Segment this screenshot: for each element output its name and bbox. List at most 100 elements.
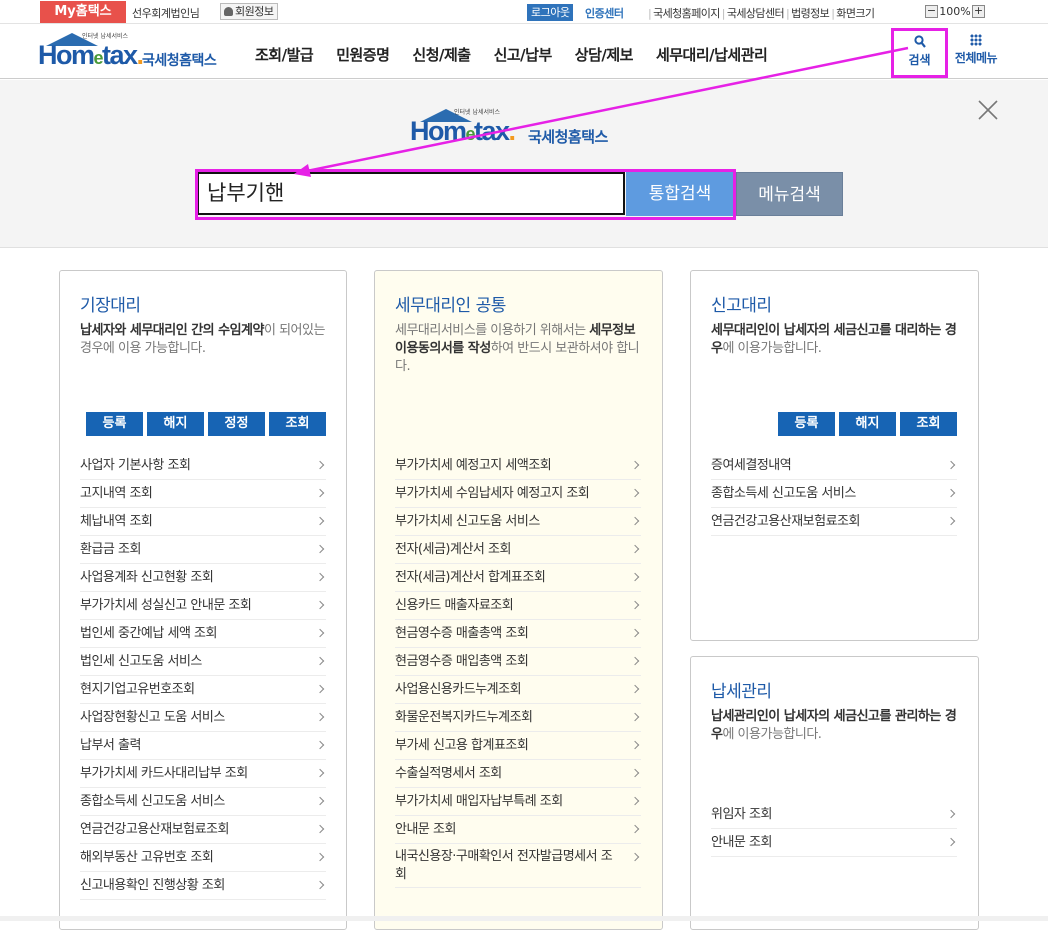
grid-menu-icon [970, 34, 982, 46]
hometax-logo[interactable]: 인터넷 납세서비스 Hometax. 국세청홈택스 [38, 29, 238, 73]
nav-application[interactable]: 신청/제출 [412, 44, 471, 65]
bookkeeping-inquiry-button[interactable]: 조회 [269, 412, 326, 436]
close-icon[interactable] [977, 99, 999, 121]
list-item[interactable]: 종합소득세 신고도움 서비스 [711, 480, 957, 508]
list-item[interactable]: 현금영수증 매출총액 조회 [395, 620, 641, 648]
nav-inquiry[interactable]: 조회/발급 [255, 44, 314, 65]
list-item[interactable]: 환급금 조회 [80, 536, 326, 564]
card-bookkeeping-title: 기장대리 [80, 296, 141, 316]
card-filing-buttons: 등록 해지 조회 [778, 412, 957, 436]
card-filing-list: 증여세결정내역 종합소득세 신고도움 서비스 연금건강고용산재보험료조회 [711, 452, 957, 536]
logo-korean-name: 국세청홈택스 [142, 53, 217, 69]
list-item[interactable]: 법인세 중간예납 세액 조회 [80, 620, 326, 648]
card-common-desc: 세무대리서비스를 이용하기 위해서는 세무정보이용동의서를 작성하여 반드시 보… [395, 322, 645, 376]
screen-size-label: 화면크기 [836, 7, 875, 20]
list-item[interactable]: 부가가치세 성실신고 안내문 조회 [80, 592, 326, 620]
list-item[interactable]: 부가가치세 수임납세자 예정고지 조회 [395, 480, 641, 508]
list-item[interactable]: 부가가치세 신고도움 서비스 [395, 508, 641, 536]
nav-consult-report[interactable]: 상담/제보 [575, 44, 634, 65]
list-item[interactable]: 증여세결정내역 [711, 452, 957, 480]
nav-filing-payment[interactable]: 신고/납부 [494, 44, 553, 65]
list-item[interactable]: 고지내역 조회 [80, 480, 326, 508]
search-logo-korean-name: 국세청홈택스 [528, 128, 608, 146]
search-query-text: 납부기핸 [207, 181, 285, 205]
card-filing-desc: 세무대리인이 납세자의 세금신고를 대리하는 경우에 이용가능합니다. [711, 322, 961, 358]
member-info-button[interactable]: 회원정보 [220, 3, 279, 20]
search-icon [913, 35, 926, 48]
logo-tagline: 인터넷 납세서비스 [82, 33, 129, 40]
list-item[interactable]: 신용카드 매출자료조회 [395, 592, 641, 620]
list-item[interactable]: 수출실적명세서 조회 [395, 760, 641, 788]
list-item[interactable]: 법인세 신고도움 서비스 [80, 648, 326, 676]
logo-word-e: e [93, 48, 104, 68]
search-input[interactable]: 납부기핸 [197, 172, 625, 215]
card-bookkeeping-buttons: 등록 해지 정정 조회 [86, 412, 326, 436]
bottom-strip [0, 916, 1048, 921]
cert-center-link[interactable]: 인증센터 [585, 5, 624, 21]
search-logo-word-e: e [465, 124, 476, 144]
list-item[interactable]: 연금건강고용산재보험료조회 [711, 508, 957, 536]
my-hometax-button[interactable]: My홈택스 [40, 1, 126, 23]
zoom-out-button[interactable]: − [925, 4, 938, 18]
list-item[interactable]: 화물운전복지카드누계조회 [395, 704, 641, 732]
card-taxmgmt-desc-rest: 에 이용가능합니다. [722, 727, 822, 742]
card-bookkeeping-desc: 납세자와 세무대리인 간의 수임계약이 되어있는 경우에 이용 가능합니다. [80, 322, 330, 358]
user-name: 선우회계법인님 [132, 7, 200, 20]
bookkeeping-correct-button[interactable]: 정정 [208, 412, 265, 436]
search-logo-word-b: tax [474, 116, 510, 146]
card-taxmgmt-list: 위임자 조회 안내문 조회 [711, 801, 957, 857]
list-item[interactable]: 해외부동산 고유번호 조회 [80, 844, 326, 872]
logout-button[interactable]: 로그아웃 [527, 4, 574, 21]
top-utility-bar: My홈택스 선우회계법인님 회원정보 로그아웃 인증센터 | 국세청홈페이지 | 국세… [0, 0, 1048, 24]
list-item[interactable]: 부가가치세 매입자납부특례 조회 [395, 788, 641, 816]
menu-search-button[interactable]: 메뉴검색 [736, 172, 843, 216]
logo-wordmark: Hometax. [38, 40, 144, 72]
header-search-button[interactable]: 검색 [891, 28, 948, 78]
list-item[interactable]: 안내문 조회 [711, 829, 957, 857]
list-item[interactable]: 내국신용장·구매확인서 전자발급명세서 조회 [395, 844, 641, 888]
list-item[interactable]: 체납내역 조회 [80, 508, 326, 536]
search-panel-logo: 인터넷 납세서비스 Hometax. 국세청홈택스 [410, 105, 640, 149]
list-item[interactable]: 부가가치세 예정고지 세액조회 [395, 452, 641, 480]
list-item[interactable]: 연금건강고용산재보험료조회 [80, 816, 326, 844]
member-info-label: 회원정보 [235, 5, 274, 18]
card-filing-desc-rest: 에 이용가능합니다. [722, 341, 822, 356]
nav-certificate[interactable]: 민원증명 [336, 44, 390, 65]
filing-inquiry-button[interactable]: 조회 [900, 412, 957, 436]
list-item[interactable]: 사업장현황신고 도움 서비스 [80, 704, 326, 732]
zoom-in-button[interactable]: + [972, 4, 985, 18]
list-item[interactable]: 종합소득세 신고도움 서비스 [80, 788, 326, 816]
zoom-level: 100% [939, 4, 971, 18]
bookkeeping-cancel-button[interactable]: 해지 [147, 412, 204, 436]
filing-cancel-button[interactable]: 해지 [839, 412, 896, 436]
header-search-label: 검색 [908, 53, 931, 67]
consult-center-link[interactable]: 국세상담센터 [725, 7, 786, 20]
list-item[interactable]: 납부서 출력 [80, 732, 326, 760]
law-info-link[interactable]: 법령정보 [789, 7, 831, 20]
search-logo-dot: . [508, 116, 517, 146]
card-tax-management: 납세관리 납세관리인이 납세자의 세금신고를 관리하는 경우에 이용가능합니다.… [690, 656, 979, 930]
list-item[interactable]: 전자(세금)계산서 합계표조회 [395, 564, 641, 592]
list-item[interactable]: 전자(세금)계산서 조회 [395, 536, 641, 564]
list-item[interactable]: 안내문 조회 [395, 816, 641, 844]
nts-homepage-link[interactable]: 국세청홈페이지 [651, 7, 722, 20]
list-item[interactable]: 부가세 신고용 합계표조회 [395, 732, 641, 760]
list-item[interactable]: 위임자 조회 [711, 801, 957, 829]
list-item[interactable]: 사업용신용카드누계조회 [395, 676, 641, 704]
all-menu-button[interactable]: 전체메뉴 [952, 34, 1000, 66]
filing-register-button[interactable]: 등록 [778, 412, 835, 436]
logo-word-b: tax [102, 40, 138, 70]
list-item[interactable]: 부가가치세 카드사대리납부 조회 [80, 760, 326, 788]
list-item[interactable]: 현금영수증 매입총액 조회 [395, 648, 641, 676]
list-item[interactable]: 신고내용확인 진행상황 조회 [80, 872, 326, 900]
list-item[interactable]: 사업자 기본사항 조회 [80, 452, 326, 480]
logo-word-a: Hom [38, 40, 95, 70]
bookkeeping-register-button[interactable]: 등록 [86, 412, 143, 436]
card-bookkeeping-desc-bold: 납세자와 세무대리인 간의 수임계약 [80, 323, 264, 338]
integrated-search-button[interactable]: 통합검색 [626, 172, 734, 216]
search-logo-tagline: 인터넷 납세서비스 [454, 109, 501, 116]
nav-tax-agent[interactable]: 세무대리/납세관리 [656, 44, 768, 65]
top-links: | 국세청홈페이지 | 국세상담센터 | 법령정보 | 화면크기 [648, 7, 875, 20]
list-item[interactable]: 사업용계좌 신고현황 조회 [80, 564, 326, 592]
list-item[interactable]: 현지기업고유번호조회 [80, 676, 326, 704]
